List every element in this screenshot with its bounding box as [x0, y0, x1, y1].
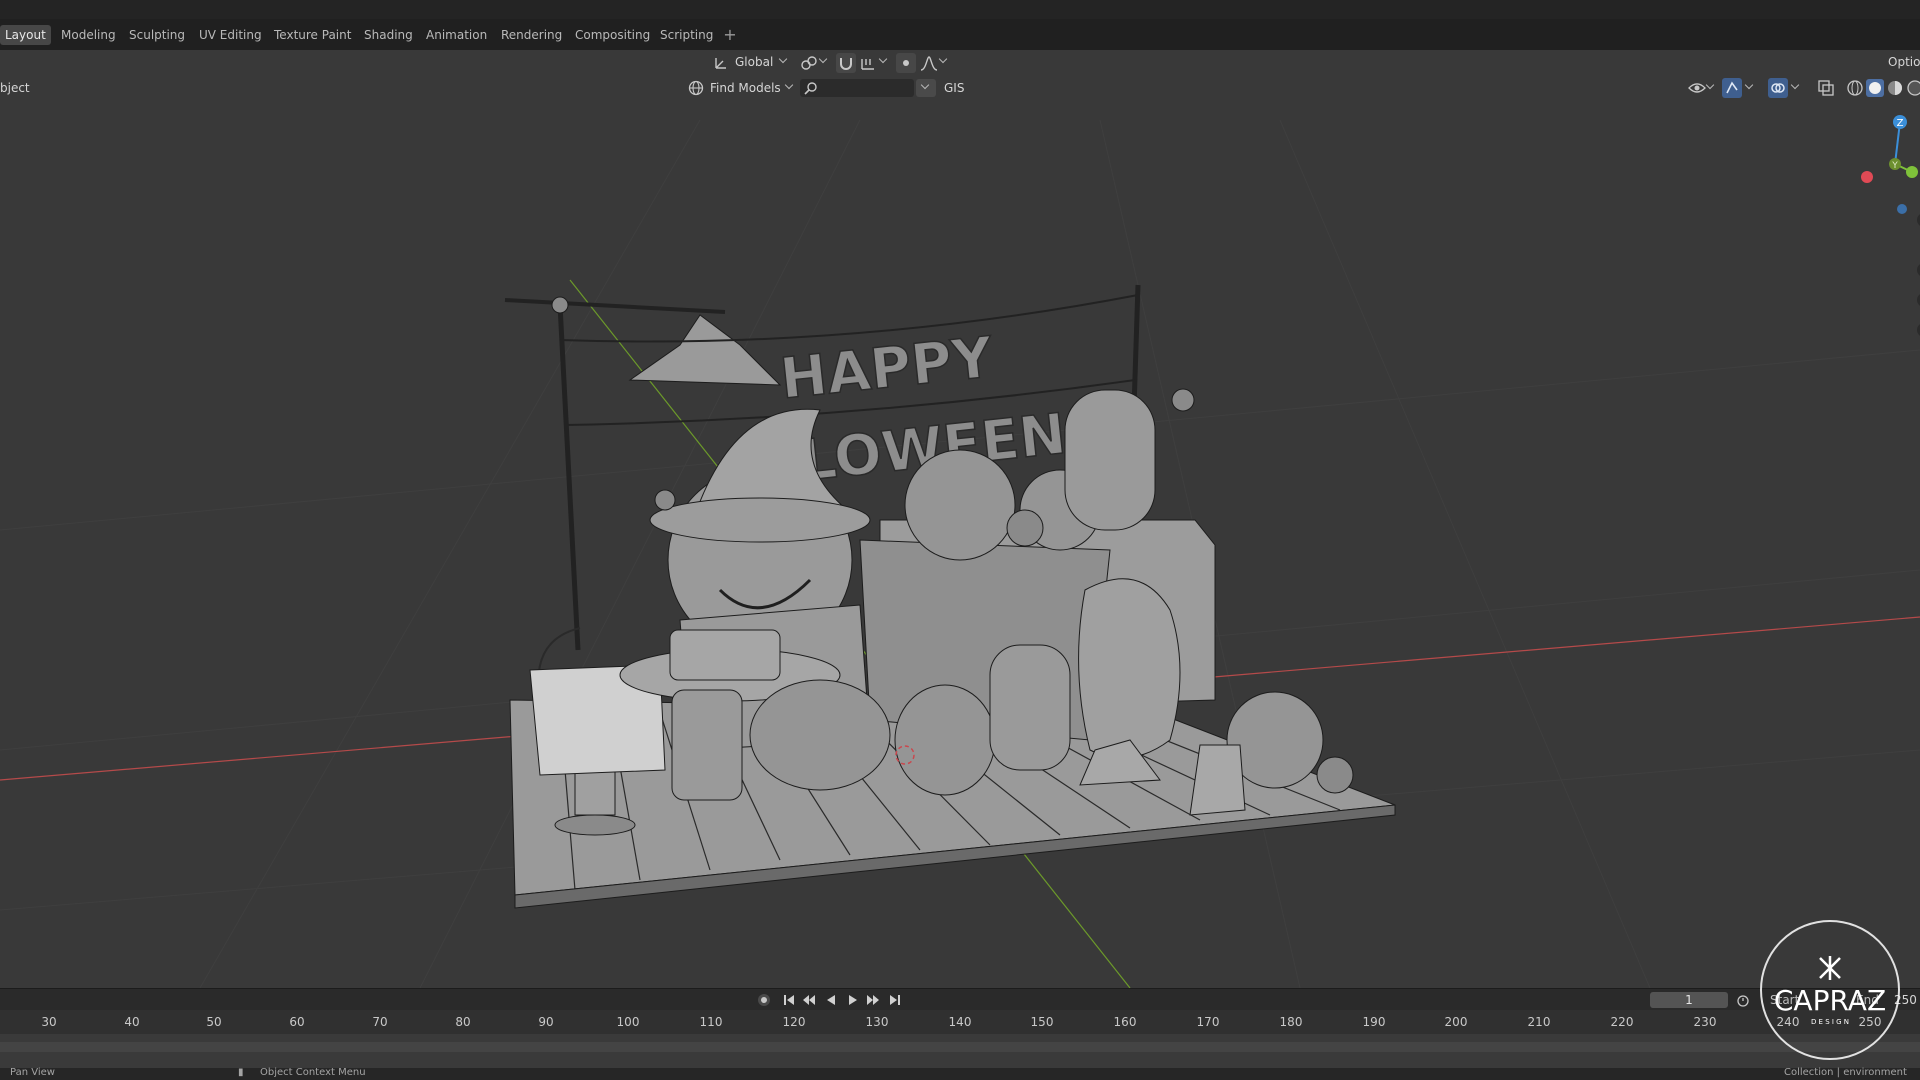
halloween-scene: HAPPY LOWEEN: [504, 284, 1396, 909]
status-right: Collection | environment: [1784, 1067, 1907, 1078]
tab-shading[interactable]: Shading: [359, 25, 418, 45]
timeline-tick: 140: [948, 1015, 972, 1029]
timeline-tick: 130: [865, 1015, 889, 1029]
stopwatch-icon[interactable]: [1736, 993, 1750, 1007]
title-strip: [0, 0, 1920, 19]
timeline-header: 1 Start End 250: [0, 988, 1920, 1010]
status-left: Pan View: [10, 1067, 55, 1078]
status-bar: Pan View ▮ Object Context Menu Collectio…: [0, 1067, 1920, 1080]
add-workspace-button[interactable]: +: [722, 25, 738, 45]
record-icon[interactable]: [757, 993, 771, 1007]
play-reverse-icon[interactable]: [824, 993, 838, 1007]
tab-sculpting[interactable]: Sculpting: [124, 25, 190, 45]
timeline-tick: 190: [1362, 1015, 1386, 1029]
timeline-tick: 230: [1693, 1015, 1717, 1029]
banner-text-top: HAPPY: [777, 325, 997, 412]
jump-end-icon[interactable]: [888, 993, 902, 1007]
mouse-icon: ▮: [238, 1067, 244, 1078]
tab-compositing[interactable]: Compositing: [570, 25, 655, 45]
workspace-bar: Layout Modeling Sculpting UV Editing Tex…: [0, 19, 1920, 50]
3d-viewport[interactable]: Global Optior bject Find Models GIS: [0, 50, 1920, 988]
jump-start-icon[interactable]: [782, 993, 796, 1007]
timeline-tick: 90: [538, 1015, 554, 1029]
timeline-tick: 40: [124, 1015, 140, 1029]
timeline-tick: 220: [1610, 1015, 1634, 1029]
logo-text: CAPRAZ: [1774, 984, 1886, 1017]
tab-rendering[interactable]: Rendering: [496, 25, 567, 45]
scene-canvas[interactable]: HAPPY LOWEEN: [0, 50, 1920, 988]
timeline-tick: 60: [289, 1015, 305, 1029]
timeline-tick: 170: [1196, 1015, 1220, 1029]
timeline-body[interactable]: [0, 1034, 1920, 1068]
capraz-logo: CAPRAZ D E S I G N: [1760, 920, 1900, 1060]
next-keyframe-icon[interactable]: [866, 993, 880, 1007]
prev-keyframe-icon[interactable]: [802, 993, 816, 1007]
current-frame-field[interactable]: 1: [1650, 992, 1728, 1008]
tab-scripting[interactable]: Scripting: [655, 25, 718, 45]
tab-texture-paint[interactable]: Texture Paint: [269, 25, 356, 45]
timeline-tick: 80: [455, 1015, 471, 1029]
play-icon[interactable]: [846, 993, 860, 1007]
tab-modeling[interactable]: Modeling: [56, 25, 121, 45]
timeline-tick: 50: [206, 1015, 222, 1029]
timeline-tick: 150: [1030, 1015, 1054, 1029]
timeline-tick: 210: [1527, 1015, 1551, 1029]
timeline-tick: 160: [1113, 1015, 1137, 1029]
logo-subtext: D E S I G N: [1811, 1018, 1849, 1026]
timeline-tick: 30: [41, 1015, 57, 1029]
status-middle: Object Context Menu: [260, 1067, 366, 1078]
timeline-track: [0, 1042, 1920, 1052]
tab-uv-editing[interactable]: UV Editing: [194, 25, 267, 45]
timeline-tick: 120: [782, 1015, 806, 1029]
tab-layout[interactable]: Layout: [0, 25, 51, 45]
timeline-tick: 110: [699, 1015, 723, 1029]
timeline-ruler[interactable]: 30 40 50 60 70 80 90 100 110 120 130 140…: [0, 1010, 1920, 1034]
timeline-tick: 180: [1279, 1015, 1303, 1029]
timeline-tick: 200: [1444, 1015, 1468, 1029]
timeline-tick: 70: [372, 1015, 388, 1029]
tab-animation[interactable]: Animation: [421, 25, 492, 45]
timeline-tick: 100: [616, 1015, 640, 1029]
